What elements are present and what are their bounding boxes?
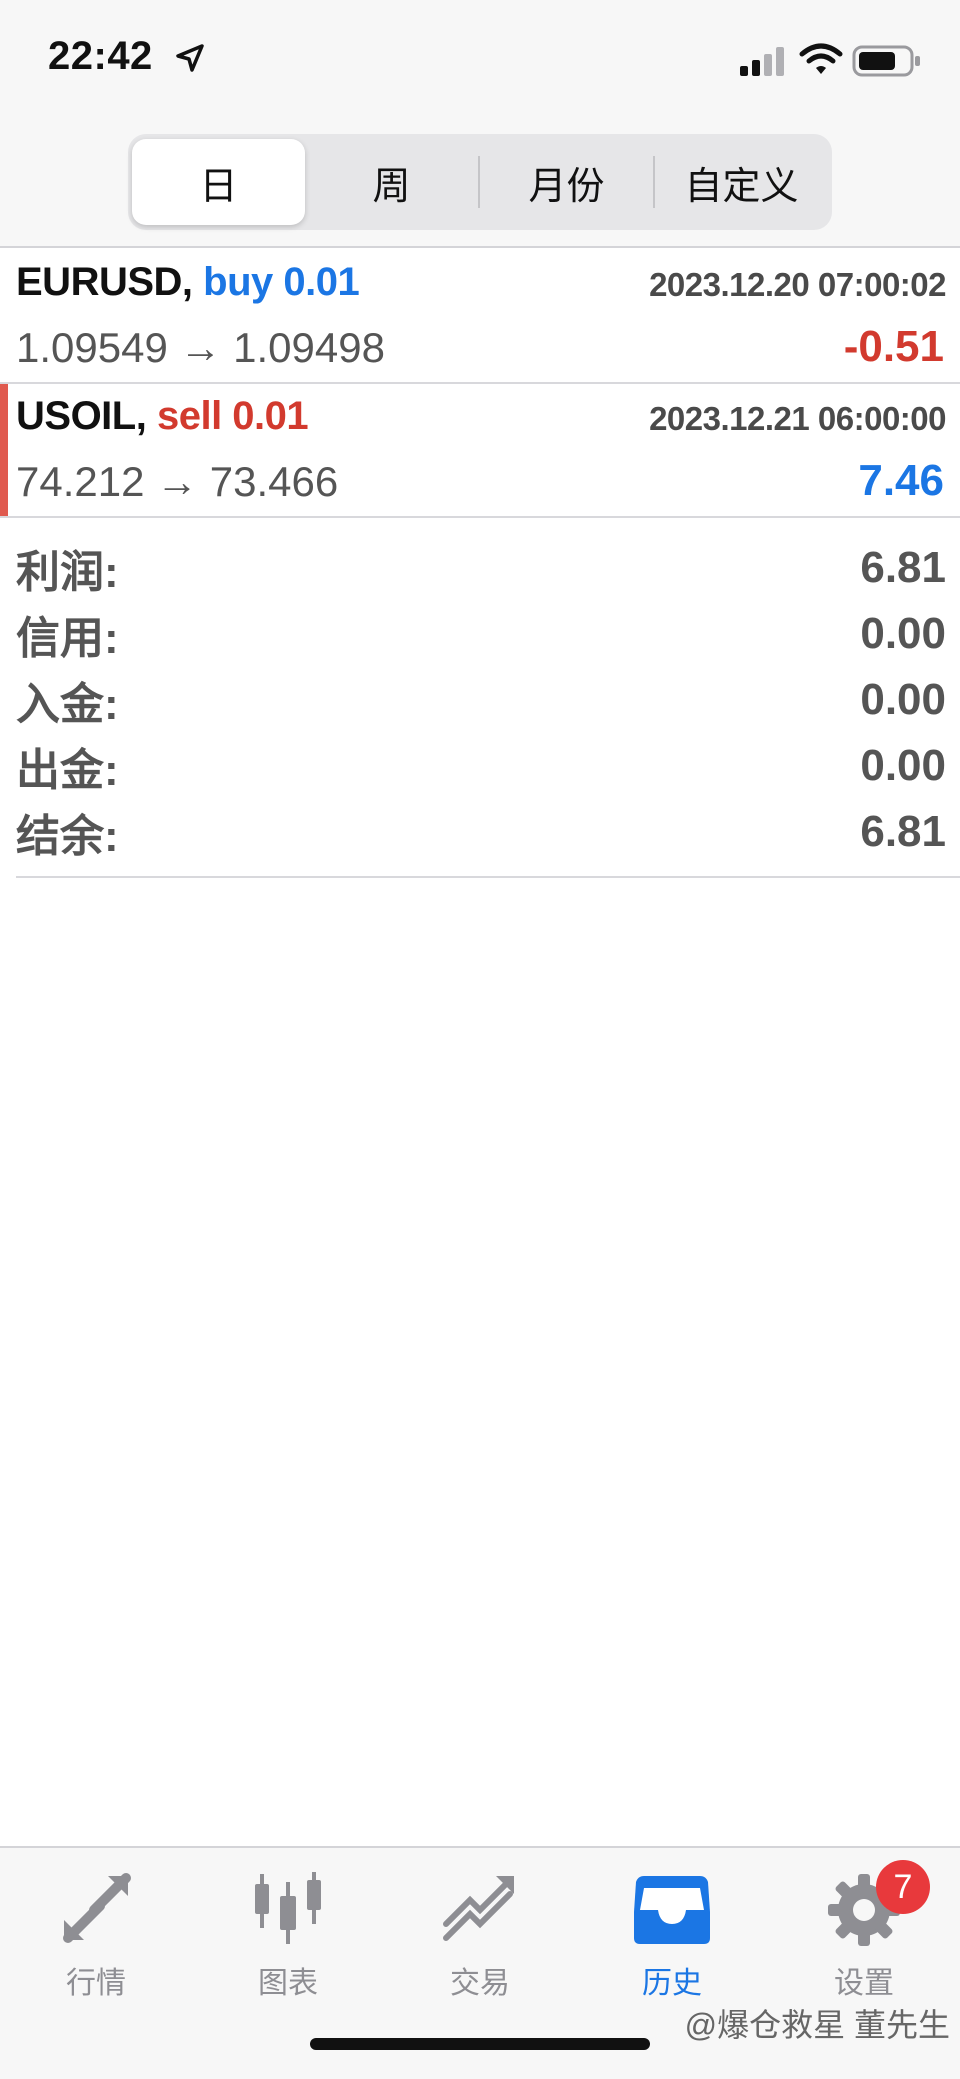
trade-prices: 1.09549 → 1.09498: [16, 324, 385, 371]
summary-value: 6.81: [860, 543, 946, 592]
tab-history[interactable]: 历史: [576, 1862, 768, 2012]
tab-label: 设置: [834, 1967, 894, 2000]
summary-value: 6.81: [860, 807, 946, 856]
summary-row-balance: 结余: 6.81: [16, 799, 946, 865]
summary-divider: [16, 876, 960, 878]
cellular-signal-icon: [740, 47, 784, 76]
summary-value: 0.00: [860, 609, 946, 658]
tab-trade[interactable]: 交易: [384, 1862, 576, 2012]
summary-label: 入金:: [16, 680, 119, 729]
segment-custom[interactable]: 自定义: [655, 139, 828, 225]
trade-row[interactable]: EURUSD, buy 0.01 2023.12.20 07:00:02 1.0…: [0, 250, 960, 384]
summary-label: 出金:: [16, 746, 119, 795]
trade-row[interactable]: USOIL, sell 0.01 2023.12.21 06:00:00 74.…: [0, 384, 960, 518]
segment-month[interactable]: 月份: [480, 139, 653, 225]
summary-value: 0.00: [860, 675, 946, 724]
summary-label: 信用:: [16, 614, 119, 663]
wifi-icon: [799, 43, 843, 74]
battery-icon: [852, 45, 920, 77]
trade-symbol: EURUSD,: [16, 260, 193, 304]
status-time: 22:42: [48, 34, 153, 78]
trade-prices: 74.212 → 73.466: [16, 458, 339, 505]
tab-settings[interactable]: 7 设置: [768, 1860, 960, 2012]
period-selector-bar: 日 周 月份 自定义: [0, 120, 960, 248]
trade-symbol: USOIL,: [16, 394, 147, 438]
account-summary: 利润: 6.81 信用: 0.00 入金: 0.00 出金: 0.00 结余: …: [16, 535, 946, 865]
tab-label: 图表: [258, 1967, 318, 2000]
status-bar: 22:42: [0, 0, 960, 120]
candlestick-chart-icon: [255, 1872, 321, 1944]
trade-trend-icon: [443, 1876, 514, 1941]
period-segmented-control: 日 周 月份 自定义: [128, 134, 832, 230]
summary-row-withdrawal: 出金: 0.00: [16, 733, 946, 799]
segment-week[interactable]: 周: [305, 139, 478, 225]
notification-badge: 7: [876, 1860, 930, 1914]
summary-row-profit: 利润: 6.81: [16, 535, 946, 601]
trade-profit: 7.46: [858, 456, 944, 505]
summary-row-deposit: 入金: 0.00: [16, 667, 946, 733]
summary-label: 利润:: [16, 548, 119, 597]
tab-quotes[interactable]: 行情: [0, 1862, 192, 2012]
tab-label: 历史: [642, 1967, 702, 2000]
segment-day[interactable]: 日: [132, 139, 305, 225]
trade-profit: -0.51: [843, 322, 944, 371]
summary-value: 0.00: [860, 741, 946, 790]
tab-label: 行情: [66, 1967, 126, 2000]
home-indicator[interactable]: [310, 2038, 650, 2050]
trade-side: buy 0.01: [203, 260, 360, 304]
tab-charts[interactable]: 图表: [192, 1862, 384, 2012]
location-arrow-icon: [176, 44, 204, 72]
quotes-arrows-icon: [63, 1873, 131, 1943]
trade-time: 2023.12.21 06:00:00: [649, 400, 946, 437]
summary-label: 结余:: [16, 812, 119, 861]
tab-label: 交易: [450, 1967, 510, 2000]
history-inbox-icon: [634, 1876, 710, 1944]
trade-side: sell 0.01: [156, 394, 309, 438]
watermark-text: @爆仓救星 董先生: [684, 2007, 950, 2043]
summary-row-credit: 信用: 0.00: [16, 601, 946, 667]
trade-time: 2023.12.20 07:00:02: [649, 266, 946, 303]
